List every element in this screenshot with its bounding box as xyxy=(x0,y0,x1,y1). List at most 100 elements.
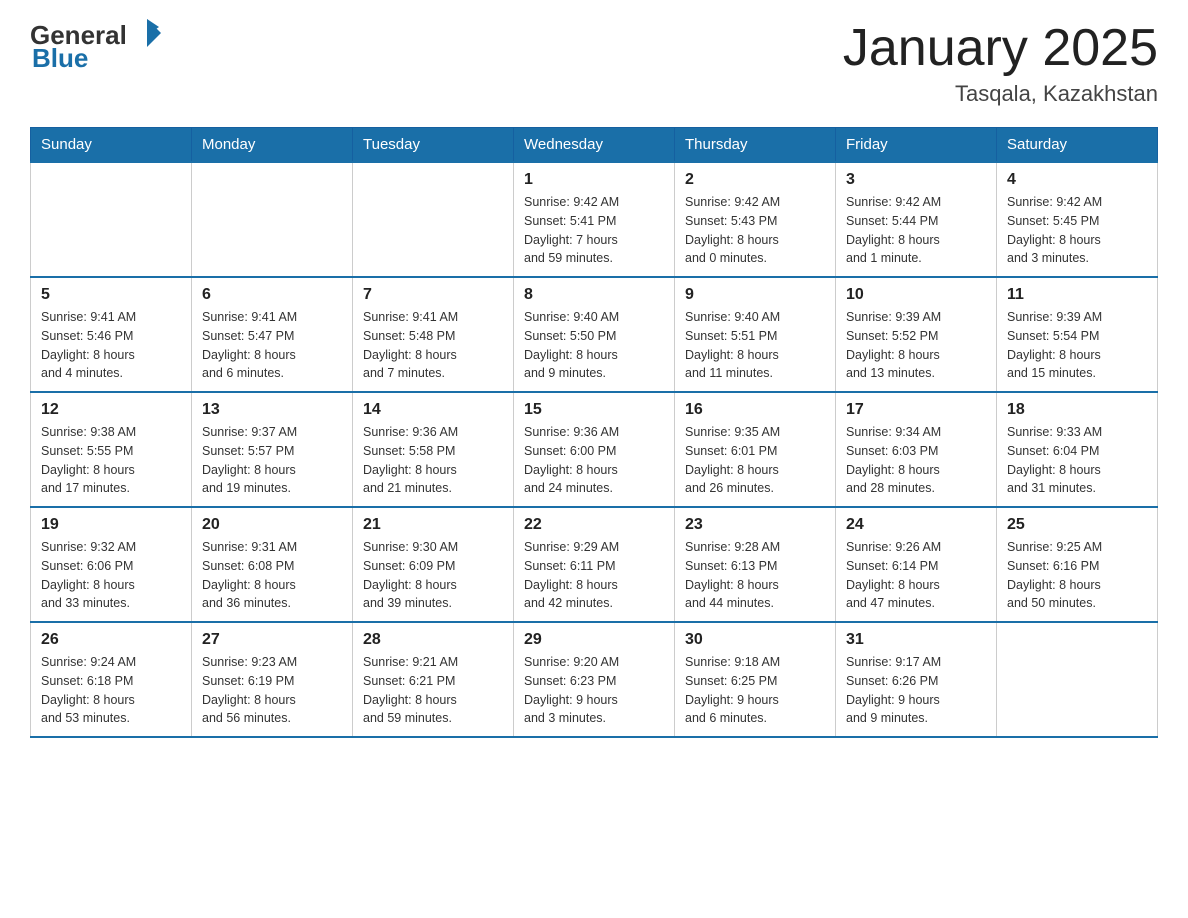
table-row: 7 Sunrise: 9:41 AM Sunset: 5:48 PM Daylig… xyxy=(353,277,514,392)
day-info: Sunrise: 9:17 AM Sunset: 6:26 PM Dayligh… xyxy=(846,653,986,728)
day-number: 28 xyxy=(363,631,503,649)
table-row: 29Sunrise: 9:20 AM Sunset: 6:23 PM Dayli… xyxy=(514,622,675,737)
day-info: Sunrise: 9:42 AM Sunset: 5:43 PM Dayligh… xyxy=(685,193,825,268)
table-row: 23Sunrise: 9:28 AM Sunset: 6:13 PM Dayli… xyxy=(675,507,836,622)
day-info: Sunrise: 9:33 AM Sunset: 6:04 PM Dayligh… xyxy=(1007,423,1147,498)
day-info: Sunrise: 9:26 AM Sunset: 6:14 PM Dayligh… xyxy=(846,538,986,613)
day-number: 25 xyxy=(1007,516,1147,534)
day-info: Sunrise: 9:40 AM Sunset: 5:51 PM Dayligh… xyxy=(685,308,825,383)
day-info: Sunrise: 9:41 AM Sunset: 5:46 PM Dayligh… xyxy=(41,308,181,383)
day-info: Sunrise: 9:32 AM Sunset: 6:06 PM Dayligh… xyxy=(41,538,181,613)
header-monday: Monday xyxy=(192,128,353,163)
day-info: Sunrise: 9:37 AM Sunset: 5:57 PM Dayligh… xyxy=(202,423,342,498)
table-row xyxy=(192,162,353,277)
table-row: 28 Sunrise: 9:21 AM Sunset: 6:21 PM Dayli… xyxy=(353,622,514,737)
day-number: 4 xyxy=(1007,171,1147,189)
table-row: 15 Sunrise: 9:36 AM Sunset: 6:00 PM Dayli… xyxy=(514,392,675,507)
day-info: Sunrise: 9:36 AM Sunset: 5:58 PM Dayligh… xyxy=(363,423,503,498)
table-row: 19 Sunrise: 9:32 AM Sunset: 6:06 PM Dayli… xyxy=(31,507,192,622)
calendar-table: Sunday Monday Tuesday Wednesday Thursday… xyxy=(30,127,1158,738)
day-number: 14 xyxy=(363,401,503,419)
day-info: Sunrise: 9:29 AM Sunset: 6:11 PM Dayligh… xyxy=(524,538,664,613)
day-number: 20 xyxy=(202,516,342,534)
page-header: General Blue January 2025 Tasqala, Kazak… xyxy=(30,20,1158,107)
table-row: 3Sunrise: 9:42 AM Sunset: 5:44 PM Daylig… xyxy=(836,162,997,277)
table-row: 16 Sunrise: 9:35 AM Sunset: 6:01 PM Dayli… xyxy=(675,392,836,507)
day-info: Sunrise: 9:24 AM Sunset: 6:18 PM Dayligh… xyxy=(41,653,181,728)
day-number: 31 xyxy=(846,631,986,649)
day-number: 5 xyxy=(41,286,181,304)
header-sunday: Sunday xyxy=(31,128,192,163)
table-row: 26 Sunrise: 9:24 AM Sunset: 6:18 PM Dayli… xyxy=(31,622,192,737)
day-number: 24 xyxy=(846,516,986,534)
day-number: 18 xyxy=(1007,401,1147,419)
day-number: 6 xyxy=(202,286,342,304)
table-row: 2 Sunrise: 9:42 AM Sunset: 5:43 PM Daylig… xyxy=(675,162,836,277)
table-row: 5 Sunrise: 9:41 AM Sunset: 5:46 PM Daylig… xyxy=(31,277,192,392)
day-info: Sunrise: 9:18 AM Sunset: 6:25 PM Dayligh… xyxy=(685,653,825,728)
day-info: Sunrise: 9:39 AM Sunset: 5:54 PM Dayligh… xyxy=(1007,308,1147,383)
day-number: 15 xyxy=(524,401,664,419)
day-info: Sunrise: 9:21 AM Sunset: 6:21 PM Dayligh… xyxy=(363,653,503,728)
day-info: Sunrise: 9:31 AM Sunset: 6:08 PM Dayligh… xyxy=(202,538,342,613)
day-info: Sunrise: 9:20 AM Sunset: 6:23 PM Dayligh… xyxy=(524,653,664,728)
calendar-week-row: 5 Sunrise: 9:41 AM Sunset: 5:46 PM Daylig… xyxy=(31,277,1158,392)
day-info: Sunrise: 9:35 AM Sunset: 6:01 PM Dayligh… xyxy=(685,423,825,498)
day-info: Sunrise: 9:40 AM Sunset: 5:50 PM Dayligh… xyxy=(524,308,664,383)
table-row: 4 Sunrise: 9:42 AM Sunset: 5:45 PM Daylig… xyxy=(997,162,1158,277)
day-number: 22 xyxy=(524,516,664,534)
day-number: 17 xyxy=(846,401,986,419)
day-number: 8 xyxy=(524,286,664,304)
table-row: 27Sunrise: 9:23 AM Sunset: 6:19 PM Dayli… xyxy=(192,622,353,737)
table-row xyxy=(31,162,192,277)
day-number: 2 xyxy=(685,171,825,189)
calendar-header-row: Sunday Monday Tuesday Wednesday Thursday… xyxy=(31,128,1158,163)
day-info: Sunrise: 9:30 AM Sunset: 6:09 PM Dayligh… xyxy=(363,538,503,613)
logo-blue-text: Blue xyxy=(32,43,88,74)
table-row: 11Sunrise: 9:39 AM Sunset: 5:54 PM Dayli… xyxy=(997,277,1158,392)
title-block: January 2025 Tasqala, Kazakhstan xyxy=(843,20,1158,107)
table-row: 1 Sunrise: 9:42 AM Sunset: 5:41 PM Daylig… xyxy=(514,162,675,277)
location: Tasqala, Kazakhstan xyxy=(843,81,1158,107)
table-row: 22 Sunrise: 9:29 AM Sunset: 6:11 PM Dayli… xyxy=(514,507,675,622)
calendar-week-row: 19 Sunrise: 9:32 AM Sunset: 6:06 PM Dayli… xyxy=(31,507,1158,622)
header-thursday: Thursday xyxy=(675,128,836,163)
day-info: Sunrise: 9:41 AM Sunset: 5:47 PM Dayligh… xyxy=(202,308,342,383)
month-title: January 2025 xyxy=(843,20,1158,77)
day-number: 26 xyxy=(41,631,181,649)
table-row: 10 Sunrise: 9:39 AM Sunset: 5:52 PM Dayli… xyxy=(836,277,997,392)
day-number: 7 xyxy=(363,286,503,304)
day-number: 13 xyxy=(202,401,342,419)
day-info: Sunrise: 9:34 AM Sunset: 6:03 PM Dayligh… xyxy=(846,423,986,498)
table-row xyxy=(353,162,514,277)
logo-flag-icon xyxy=(131,17,163,49)
day-info: Sunrise: 9:42 AM Sunset: 5:41 PM Dayligh… xyxy=(524,193,664,268)
day-info: Sunrise: 9:25 AM Sunset: 6:16 PM Dayligh… xyxy=(1007,538,1147,613)
day-info: Sunrise: 9:39 AM Sunset: 5:52 PM Dayligh… xyxy=(846,308,986,383)
day-info: Sunrise: 9:36 AM Sunset: 6:00 PM Dayligh… xyxy=(524,423,664,498)
day-number: 19 xyxy=(41,516,181,534)
header-tuesday: Tuesday xyxy=(353,128,514,163)
table-row: 18 Sunrise: 9:33 AM Sunset: 6:04 PM Dayli… xyxy=(997,392,1158,507)
day-info: Sunrise: 9:28 AM Sunset: 6:13 PM Dayligh… xyxy=(685,538,825,613)
calendar-week-row: 1 Sunrise: 9:42 AM Sunset: 5:41 PM Daylig… xyxy=(31,162,1158,277)
day-info: Sunrise: 9:42 AM Sunset: 5:45 PM Dayligh… xyxy=(1007,193,1147,268)
day-number: 10 xyxy=(846,286,986,304)
table-row: 14 Sunrise: 9:36 AM Sunset: 5:58 PM Dayli… xyxy=(353,392,514,507)
table-row: 24 Sunrise: 9:26 AM Sunset: 6:14 PM Dayli… xyxy=(836,507,997,622)
table-row: 17 Sunrise: 9:34 AM Sunset: 6:03 PM Dayli… xyxy=(836,392,997,507)
calendar-week-row: 26 Sunrise: 9:24 AM Sunset: 6:18 PM Dayli… xyxy=(31,622,1158,737)
table-row: 8 Sunrise: 9:40 AM Sunset: 5:50 PM Daylig… xyxy=(514,277,675,392)
day-number: 16 xyxy=(685,401,825,419)
day-number: 30 xyxy=(685,631,825,649)
day-number: 1 xyxy=(524,171,664,189)
day-number: 3 xyxy=(846,171,986,189)
table-row: 6 Sunrise: 9:41 AM Sunset: 5:47 PM Daylig… xyxy=(192,277,353,392)
header-saturday: Saturday xyxy=(997,128,1158,163)
table-row: 20 Sunrise: 9:31 AM Sunset: 6:08 PM Dayli… xyxy=(192,507,353,622)
day-number: 27 xyxy=(202,631,342,649)
day-info: Sunrise: 9:38 AM Sunset: 5:55 PM Dayligh… xyxy=(41,423,181,498)
day-info: Sunrise: 9:41 AM Sunset: 5:48 PM Dayligh… xyxy=(363,308,503,383)
table-row: 31 Sunrise: 9:17 AM Sunset: 6:26 PM Dayli… xyxy=(836,622,997,737)
table-row: 30 Sunrise: 9:18 AM Sunset: 6:25 PM Dayli… xyxy=(675,622,836,737)
